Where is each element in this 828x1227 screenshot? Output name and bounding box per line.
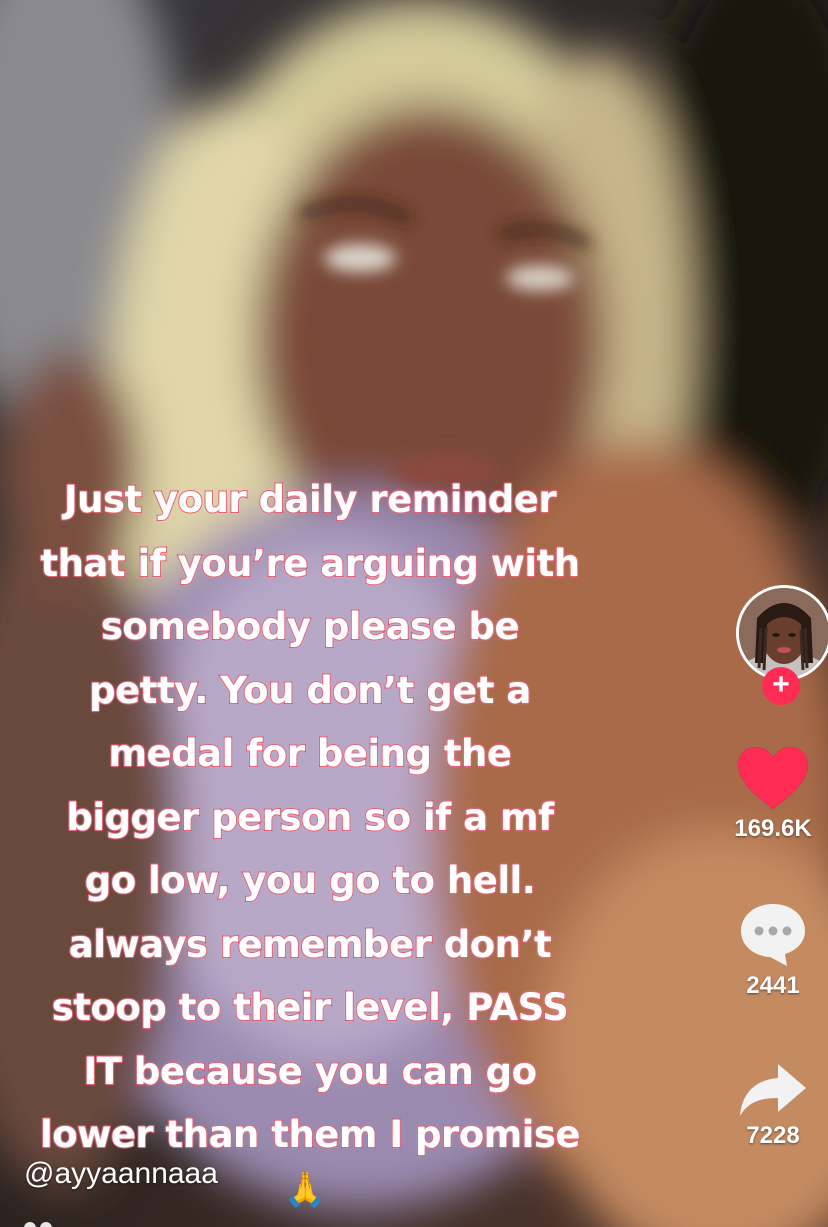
share-button[interactable]: 7228: [723, 1060, 823, 1150]
caption-line: petty. You don’t get a: [88, 668, 532, 713]
caption-line: that if you’re arguing with: [39, 541, 581, 586]
comment-bubble-icon: [741, 904, 805, 966]
caption-line: stoop to their level, PASS: [51, 985, 570, 1030]
pray-emoji: 🙏: [284, 1171, 327, 1209]
caption-line: always remember don’t: [68, 922, 553, 967]
caption-line: IT because you can go: [83, 1049, 539, 1094]
share-arrow-icon: [740, 1064, 806, 1116]
music-disc-icon: [24, 1222, 52, 1227]
video-caption-overlay: Just your daily reminder that if you’re …: [0, 468, 620, 1167]
video-screen[interactable]: Just your daily reminder that if you’re …: [0, 0, 828, 1227]
share-count: 7228: [746, 1122, 800, 1149]
caption-line: go low, you go to hell.: [84, 858, 537, 903]
like-count: 169.6K: [734, 815, 812, 842]
action-rail: + 169.6K 2441 7228: [688, 0, 828, 1227]
follow-plus-button[interactable]: +: [762, 667, 800, 705]
comment-count: 2441: [746, 972, 800, 999]
author-avatar-button[interactable]: +: [736, 585, 828, 705]
author-username[interactable]: @ayyaannaaa: [24, 1157, 218, 1191]
plus-icon: +: [772, 668, 790, 701]
heart-icon: [737, 746, 809, 810]
comment-button[interactable]: 2441: [723, 900, 823, 1000]
caption-line: bigger person so if a mf: [65, 795, 555, 840]
caption-line: Just your daily reminder: [63, 477, 558, 522]
caption-line: somebody please be: [100, 604, 521, 649]
caption-line: medal for being the: [108, 731, 513, 776]
like-button[interactable]: 169.6K: [723, 745, 823, 843]
